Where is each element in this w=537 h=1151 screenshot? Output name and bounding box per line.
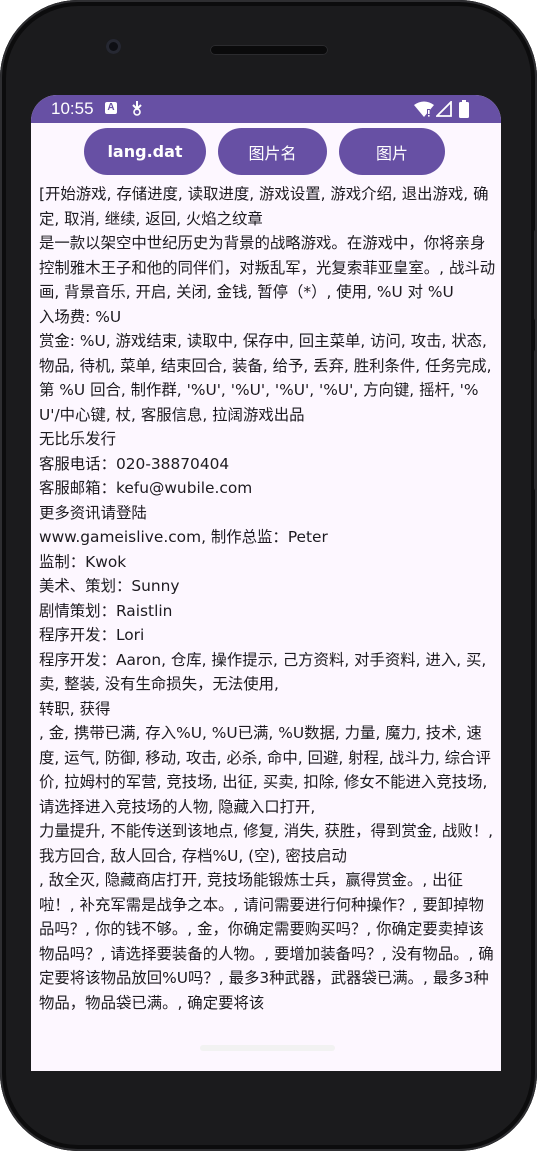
phone-frame: 10:55 A lang.dat 图片名 图片 [开始游戏, 存储进度, 读取进…	[0, 0, 537, 1151]
toolbar: lang.dat 图片名 图片	[31, 128, 501, 176]
front-camera	[106, 39, 121, 54]
data-saver-icon	[130, 100, 144, 120]
home-gesture-bar[interactable]	[200, 1045, 335, 1051]
wifi-icon	[414, 101, 434, 121]
notification-a-icon: A	[105, 102, 117, 114]
cell-signal-icon	[434, 99, 452, 121]
lang-dat-button[interactable]: lang.dat	[84, 128, 206, 175]
image-name-button[interactable]: 图片名	[218, 128, 327, 175]
status-time: 10:55	[51, 99, 94, 118]
string-content-text: [开始游戏, 存储进度, 读取进度, 游戏设置, 游戏介绍, 退出游戏, 确定,…	[39, 185, 496, 1012]
image-button[interactable]: 图片	[339, 128, 445, 175]
battery-icon	[459, 100, 469, 122]
app-screen: 10:55 A lang.dat 图片名 图片 [开始游戏, 存储进度, 读取进…	[31, 95, 501, 1071]
earpiece-speaker	[210, 45, 328, 55]
status-bar: 10:55 A	[31, 95, 501, 123]
